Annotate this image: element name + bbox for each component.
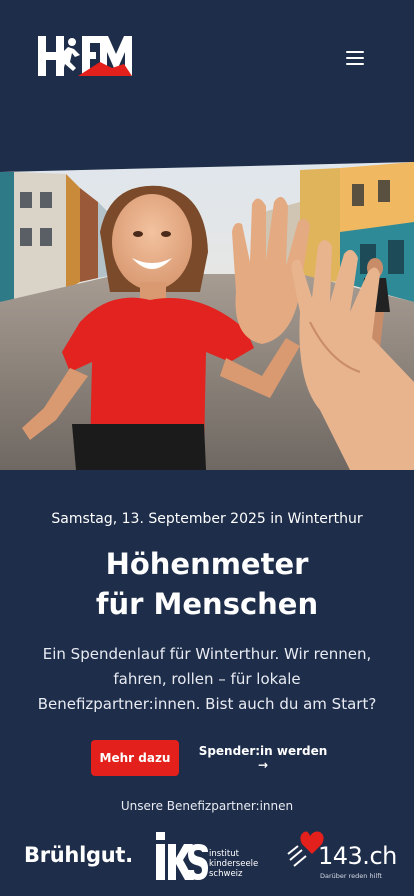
hamburger-icon-line (346, 51, 364, 53)
hamburger-icon-line (346, 63, 364, 65)
partner-143-name: 143.ch (318, 842, 397, 870)
partners-heading: Unsere Benefizpartner:innen (120, 799, 294, 813)
menu-button[interactable] (344, 48, 368, 68)
site-header (0, 0, 414, 110)
intro-text: Ein Spendenlauf für Winterthur. Wir renn… (37, 645, 377, 713)
hfm-logo[interactable] (38, 36, 132, 78)
partner-143-tagline: Darüber reden hilft (320, 872, 382, 880)
become-donor-link[interactable]: Spender:in werden → (196, 740, 330, 776)
partner-logo-bruehlgut[interactable]: Brühlgut. (24, 838, 142, 872)
title-line-2: für Menschen (95, 587, 319, 621)
iks-line: schweiz (209, 869, 243, 879)
title-line-1: Höhenmeter (105, 547, 309, 581)
partner-logo-143[interactable]: 143.ch Darüber reden hilft (286, 830, 397, 884)
iks-wordmark: institut kinderseele schweiz (209, 849, 258, 879)
page-title: Höhenmeter für Menschen (0, 544, 414, 624)
iks-line: kinderseele (209, 859, 259, 869)
iks-line: institut (209, 849, 239, 859)
hero-image (0, 162, 414, 470)
iks-mark-icon (156, 832, 208, 880)
more-info-button[interactable]: Mehr dazu (91, 740, 179, 776)
partner-logo-iks[interactable]: institut kinderseele schweiz (154, 830, 264, 882)
event-date: Samstag, 13. September 2025 in Winterthu… (51, 511, 363, 527)
hamburger-icon-line (346, 57, 364, 59)
